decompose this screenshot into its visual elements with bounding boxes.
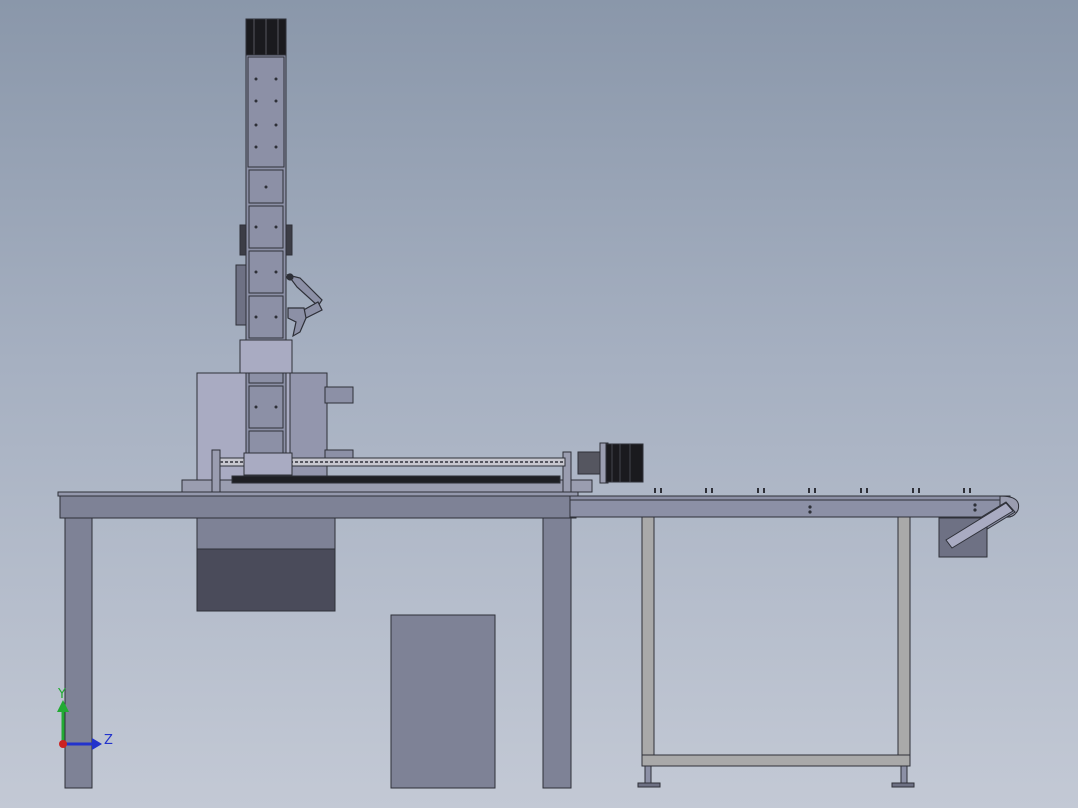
column-segment-3[interactable] — [248, 250, 284, 294]
stand-crossbar[interactable] — [641, 754, 911, 767]
assembly-drawing[interactable]: Y Z — [0, 0, 1078, 808]
cabinet-box[interactable] — [390, 614, 496, 789]
column-segment-6[interactable] — [248, 385, 284, 429]
table-top-edge — [57, 491, 579, 497]
gripper-jaw[interactable] — [287, 307, 307, 338]
triad-y-label: Y — [57, 687, 66, 702]
stand-leg-left[interactable] — [641, 516, 655, 766]
column-carriage[interactable] — [243, 452, 293, 476]
gripper-pivot — [286, 273, 294, 281]
z-arrow-head — [92, 738, 102, 750]
rail-support[interactable] — [324, 386, 354, 404]
guide-block-left[interactable] — [239, 224, 247, 256]
screw-bracket-left[interactable] — [211, 449, 221, 493]
control-box[interactable] — [196, 548, 336, 612]
guide-block-right[interactable] — [285, 224, 293, 256]
column-upper-plate[interactable] — [247, 56, 285, 168]
leveling-foot-left[interactable] — [637, 782, 661, 788]
cad-viewport[interactable]: Y Z — [0, 0, 1078, 808]
control-box-top[interactable] — [196, 517, 336, 550]
vertical-column[interactable] — [231, 18, 561, 484]
table-leg-right[interactable] — [542, 517, 572, 789]
column-segment-4[interactable] — [248, 295, 284, 339]
gripper-arm[interactable] — [286, 273, 323, 338]
conveyor-belt[interactable] — [569, 495, 1011, 518]
table-top[interactable] — [59, 493, 577, 519]
rack-left[interactable] — [235, 264, 247, 326]
table-leg-left[interactable] — [64, 517, 93, 789]
main-table[interactable] — [57, 491, 579, 789]
foot-stud-left — [644, 765, 652, 784]
screw-coupler[interactable] — [577, 451, 601, 475]
conveyor[interactable] — [569, 488, 1020, 558]
base-neck[interactable] — [239, 339, 293, 374]
x-axis-dot — [59, 740, 67, 748]
column-segment-2[interactable] — [248, 205, 284, 249]
stand-leg-right[interactable] — [897, 516, 911, 766]
column-foot[interactable] — [231, 475, 561, 484]
foot-stud-right — [900, 765, 908, 784]
conveyor-stand[interactable] — [637, 516, 915, 788]
leveling-foot-right[interactable] — [891, 782, 915, 788]
triad-z-label: Z — [104, 733, 113, 748]
gripper-link-upper[interactable] — [286, 274, 323, 307]
column-segment-7[interactable] — [248, 430, 284, 454]
